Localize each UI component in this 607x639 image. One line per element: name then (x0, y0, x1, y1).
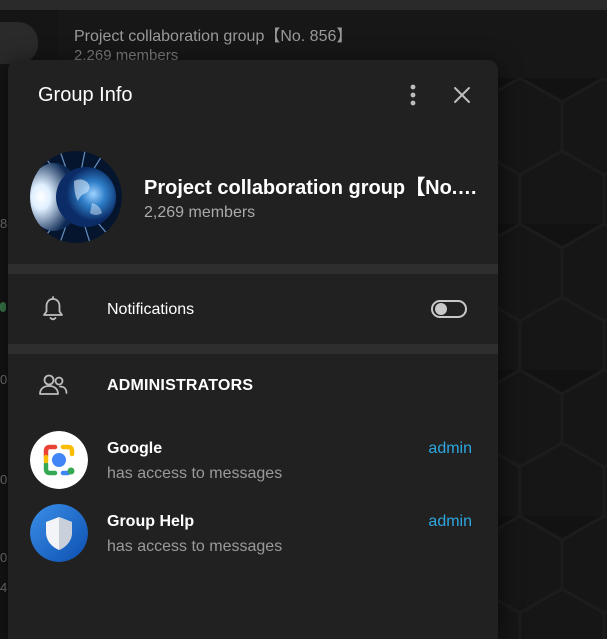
section-divider (8, 344, 498, 354)
close-icon (454, 87, 470, 103)
section-divider (8, 264, 498, 274)
notifications-toggle[interactable] (431, 300, 467, 318)
notifications-row[interactable]: Notifications (8, 274, 498, 344)
bell-icon (43, 296, 63, 321)
search-field-background[interactable] (0, 22, 38, 64)
panel-title: Group Info (38, 84, 133, 106)
online-indicator (0, 302, 6, 312)
group-info-panel: Group Info Project collaboration group【N… (8, 60, 498, 639)
more-options-button[interactable] (399, 81, 427, 109)
admin-status: has access to messages (107, 465, 283, 482)
admin-status: has access to messages (107, 538, 283, 555)
admin-name: Group Help (107, 513, 195, 530)
notifications-label: Notifications (107, 301, 195, 318)
avatar (30, 504, 88, 562)
bg-fragment: 4 (0, 580, 8, 595)
toggle-knob (435, 303, 447, 315)
more-vertical-icon (410, 84, 416, 106)
shield-logo-icon (30, 504, 88, 562)
avatar (30, 431, 88, 489)
group-avatar[interactable] (30, 151, 122, 243)
admin-role-badge: admin (428, 440, 472, 457)
admin-name: Google (107, 440, 163, 457)
users-icon (39, 374, 68, 395)
admin-row-google[interactable]: Google has access to messages admin (8, 428, 498, 494)
chat-header-title: Project collaboration group【No. 856】 (74, 28, 353, 45)
admin-role-badge: admin (428, 513, 472, 530)
group-name: Project collaboration group【No. 856】 (144, 177, 480, 199)
admin-row-group-help[interactable]: Group Help has access to messages admin (8, 501, 498, 567)
administrators-header: ADMINISTRATORS (107, 377, 254, 394)
group-member-count: 2,269 members (144, 204, 256, 221)
close-button[interactable] (448, 81, 476, 109)
google-lens-logo-icon (30, 431, 88, 489)
window-top-bar (0, 0, 607, 10)
group-avatar-image (30, 151, 122, 243)
